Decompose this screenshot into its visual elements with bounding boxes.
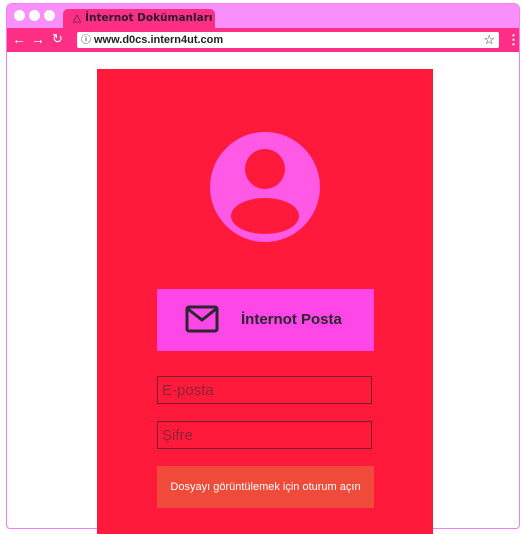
- tab-bar: △ İnternot Dokümanları: [7, 4, 519, 28]
- window-close-dot[interactable]: [14, 10, 25, 21]
- envelope-icon: [185, 305, 219, 333]
- info-icon[interactable]: ⓘ: [81, 35, 91, 46]
- nav-bar: ← → ↻ ⓘ www.d0cs.intern4ut.com ☆ ⋮: [7, 28, 519, 52]
- back-arrow-icon[interactable]: ←: [12, 31, 26, 47]
- address-bar[interactable]: ⓘ www.d0cs.intern4ut.com ☆: [77, 32, 499, 48]
- warning-icon: △: [73, 12, 82, 24]
- tab-title: İnternot Dokümanları: [85, 12, 213, 24]
- window-minimize-dot[interactable]: [29, 10, 40, 21]
- user-avatar-icon: [210, 132, 320, 242]
- more-vert-icon[interactable]: ⋮: [507, 32, 519, 48]
- signin-button[interactable]: Dosyayı görüntülemek için oturum açın: [157, 466, 374, 508]
- mail-button-label: İnternot Posta: [241, 311, 342, 328]
- url-text: www.d0cs.intern4ut.com: [94, 34, 224, 46]
- reload-icon[interactable]: ↻: [52, 31, 63, 47]
- password-field[interactable]: [157, 421, 372, 449]
- internot-mail-button[interactable]: İnternot Posta: [157, 289, 374, 351]
- tab-active[interactable]: △ İnternot Dokümanları: [63, 9, 215, 28]
- email-field[interactable]: [157, 376, 372, 404]
- forward-arrow-icon[interactable]: →: [31, 31, 45, 47]
- window-maximize-dot[interactable]: [44, 10, 55, 21]
- star-icon[interactable]: ☆: [483, 32, 495, 48]
- login-panel: İnternot Posta Dosyayı görüntülemek için…: [97, 69, 433, 534]
